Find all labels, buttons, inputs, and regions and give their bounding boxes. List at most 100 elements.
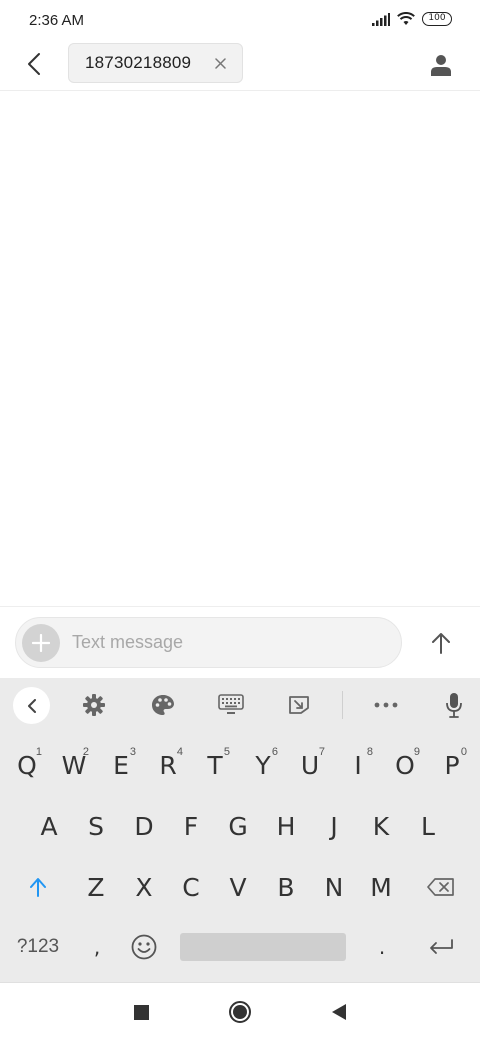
key-label: T [207,750,223,780]
key-label: Z [87,872,105,902]
key-label: N [324,872,344,902]
recents-button[interactable] [126,997,156,1027]
key-x[interactable]: X [121,861,167,913]
key-b[interactable]: B [263,861,309,913]
shift-arrow-icon [30,878,46,897]
key-w[interactable]: 2W [51,739,97,791]
key-q[interactable]: 1Q [4,739,50,791]
send-button[interactable] [424,626,458,660]
battery-level: 100 [428,13,446,23]
keyboard-settings-button[interactable] [76,687,112,723]
microphone-icon [446,693,462,718]
message-list [0,92,480,606]
keyboard-layout-button[interactable] [213,687,249,723]
key-t[interactable]: 5T [192,739,238,791]
attach-button[interactable] [22,624,60,662]
key-h[interactable]: H [263,800,309,852]
home-button[interactable] [225,997,255,1027]
key-u[interactable]: 7U [287,739,333,791]
key-label: V [229,872,247,902]
keyboard: 1Q 2W 3E 4R 5T 6Y 7U 8I 9O 0P A S D F G … [0,678,480,982]
key-r[interactable]: 4R [145,739,191,791]
key-l[interactable]: L [405,800,451,852]
key-e[interactable]: 3E [98,739,144,791]
symbols-key[interactable]: ?123 [10,921,66,973]
remove-recipient-button[interactable] [212,55,228,71]
key-hint: 4 [176,746,183,758]
enter-icon [430,939,453,954]
recipient-number: 18730218809 [85,53,192,72]
key-p[interactable]: 0P [429,739,475,791]
key-d[interactable]: D [121,800,167,852]
close-icon [214,57,226,69]
contact-button[interactable] [426,50,456,80]
key-label: P [444,750,460,780]
key-label: F [183,811,199,841]
key-hint: 3 [129,746,136,758]
backspace-key[interactable] [418,861,464,913]
keyboard-more-button[interactable] [368,687,404,723]
spacebar[interactable] [180,933,346,961]
send-arrow-icon [432,633,450,654]
key-label: C [182,872,200,902]
home-circle-icon [229,1001,251,1023]
key-label: H [276,811,296,841]
key-hint: 2 [82,746,89,758]
back-button[interactable] [20,50,48,78]
key-hint: 6 [271,746,278,758]
wifi-icon [397,12,415,25]
key-hint: 8 [366,746,373,758]
key-n[interactable]: N [311,861,357,913]
key-label: A [40,811,58,841]
message-input[interactable] [72,618,392,667]
emoji-key[interactable] [121,921,167,973]
key-f[interactable]: F [168,800,214,852]
keyboard-resize-button[interactable] [281,687,317,723]
comma-key[interactable]: , [74,921,120,973]
contact-icon [431,55,451,76]
system-nav-bar [0,982,480,1040]
enter-key[interactable] [418,921,464,973]
status-time: 2:36 AM [29,12,85,29]
key-label: I [354,750,362,780]
compose-bar [0,606,480,678]
key-label: O [395,750,415,780]
key-hint: 0 [460,746,467,758]
voice-input-button[interactable] [436,687,472,723]
key-g[interactable]: G [215,800,261,852]
backspace-icon [427,878,454,896]
key-label: , [93,935,101,959]
key-m[interactable]: M [358,861,404,913]
key-label: S [88,811,104,841]
system-back-button[interactable] [324,997,354,1027]
keyboard-theme-button[interactable] [145,687,181,723]
key-label: M [370,872,392,902]
toolbar-divider [342,691,343,719]
gear-icon [83,694,105,716]
emoji-icon [131,934,157,960]
key-hint: 1 [35,746,42,758]
key-label: B [277,872,295,902]
key-label: G [228,811,248,841]
key-j[interactable]: J [311,800,357,852]
key-y[interactable]: 6Y [240,739,286,791]
key-label: U [300,750,320,780]
key-k[interactable]: K [358,800,404,852]
key-o[interactable]: 9O [382,739,428,791]
status-icons: 100 [372,12,452,26]
shift-key[interactable] [15,861,61,913]
battery-icon: 100 [422,12,452,26]
keyboard-collapse-button[interactable] [13,687,50,724]
key-v[interactable]: V [215,861,261,913]
period-key[interactable]: . [359,921,405,973]
key-c[interactable]: C [168,861,214,913]
recipient-chip[interactable]: 18730218809 [68,43,243,83]
key-label: L [421,811,435,841]
key-hint: 9 [413,746,420,758]
key-i[interactable]: 8I [335,739,381,791]
plus-icon [32,634,50,652]
key-z[interactable]: Z [73,861,119,913]
palette-icon [152,695,174,715]
key-s[interactable]: S [73,800,119,852]
key-a[interactable]: A [26,800,72,852]
